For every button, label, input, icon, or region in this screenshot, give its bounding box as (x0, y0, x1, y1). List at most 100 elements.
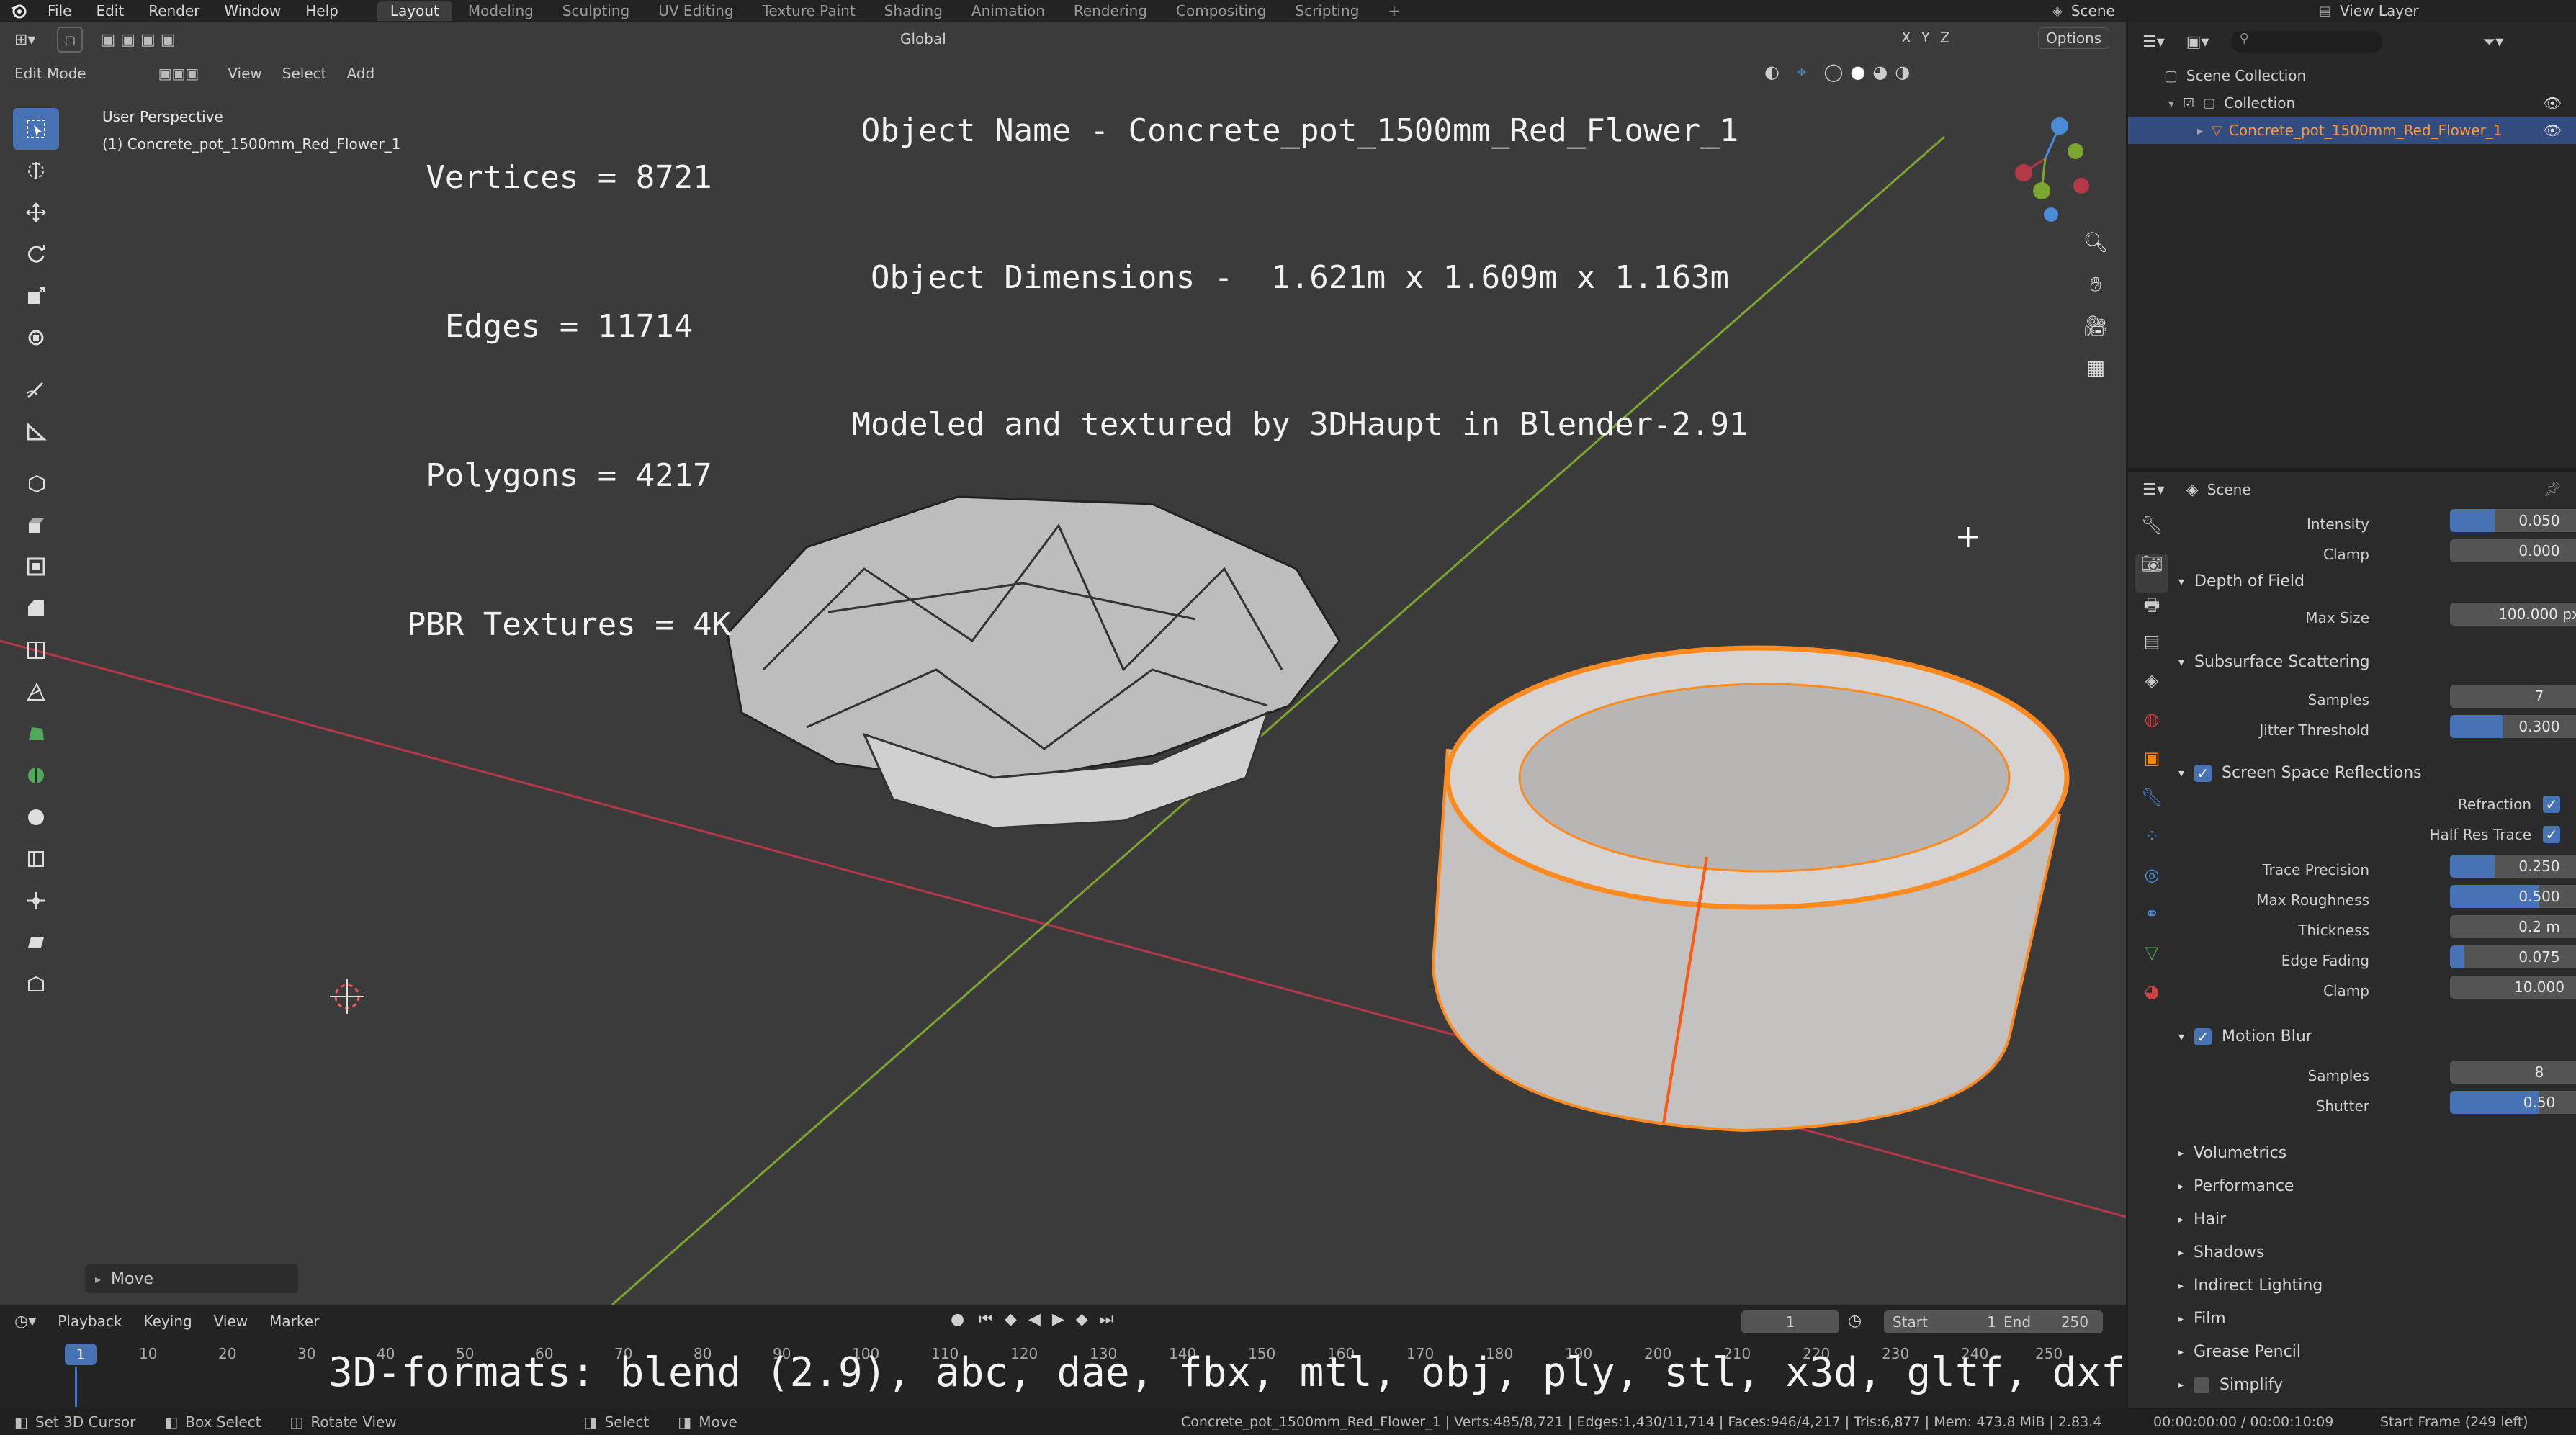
menu-view[interactable]: View (228, 65, 261, 82)
add-cube-tool-icon[interactable] (13, 462, 59, 504)
mirror-y-button[interactable]: Y (1921, 29, 1930, 46)
select-tool-icon[interactable]: ▢ (57, 27, 84, 53)
collection-row[interactable]: ▾ ☑ ▢ Collection 👁︎ (2128, 89, 2576, 117)
shrink-fatten-tool-icon[interactable] (13, 880, 59, 922)
scale-tool-icon[interactable] (13, 275, 59, 317)
constraints-tab-icon[interactable]: ⚭ (2135, 904, 2168, 943)
smooth-tool-icon[interactable] (13, 796, 59, 838)
trace-precision-field[interactable]: 0.250 (2450, 855, 2576, 878)
material-shading-icon[interactable]: ◕ (1872, 62, 1888, 82)
object-row[interactable]: ▸ ▽ Concrete_pot_1500mm_Red_Flower_1 👁︎ (2128, 117, 2576, 144)
mirror-x-button[interactable]: X (1901, 29, 1911, 46)
rendered-shading-icon[interactable]: ◑ (1895, 62, 1910, 82)
indirect-lighting-section-header[interactable]: ▸ Indirect Lighting (2178, 1277, 2323, 1295)
dof-section-header[interactable]: ▾ Depth of Field (2178, 572, 2305, 590)
simplify-checkbox[interactable] (2194, 1377, 2210, 1393)
loop-cut-tool-icon[interactable] (13, 629, 59, 671)
rip-tool-icon[interactable] (13, 963, 59, 1005)
blender-logo-icon[interactable] (10, 0, 32, 22)
jump-end-icon[interactable]: ⏭ (1100, 1310, 1114, 1328)
knife-tool-icon[interactable] (13, 671, 59, 713)
material-tab-icon[interactable]: ◕ (2135, 981, 2168, 1020)
edge-slide-tool-icon[interactable] (13, 838, 59, 880)
record-icon[interactable]: ● (951, 1310, 964, 1328)
navigation-gizmo[interactable] (2002, 108, 2103, 223)
half-res-checkbox[interactable]: ✓ (2543, 826, 2560, 843)
max-size-field[interactable]: 100.000 px (2450, 603, 2576, 626)
expand-arrow-icon[interactable]: ▾ (2168, 96, 2174, 110)
camera-view-icon[interactable]: 🎥︎ (2075, 314, 2116, 356)
particles-tab-icon[interactable]: ⁘ (2135, 826, 2168, 865)
extrude-tool-icon[interactable] (13, 504, 59, 546)
tab-texture-paint[interactable]: Texture Paint (750, 1, 869, 21)
selection-mode-icons[interactable]: ▣ ▣ ▣ ▣ (100, 31, 175, 49)
sss-samples-field[interactable]: 7 (2450, 685, 2576, 708)
tool-tab-icon[interactable]: 🔧︎ (2135, 515, 2168, 554)
playhead-frame[interactable]: 1 (65, 1344, 97, 1365)
outliner-editor-icon[interactable]: ☰▾ (2142, 33, 2165, 51)
clock-icon[interactable]: ◷ (1848, 1312, 1862, 1330)
scene-tab-icon[interactable]: ◈ (2135, 670, 2168, 709)
play-reverse-icon[interactable]: ◀ (1028, 1310, 1041, 1328)
3d-viewport[interactable]: ⊞▾ ▢ ▣ ▣ ▣ ▣ Global X Y Z Options Edit M… (0, 22, 2126, 1305)
move-tool-icon[interactable] (13, 192, 59, 233)
menu-edit[interactable]: Edit (96, 2, 124, 19)
pan-hand-icon[interactable]: ✋︎ (2075, 272, 2116, 314)
hair-section-header[interactable]: ▸ Hair (2178, 1210, 2226, 1228)
menu-add[interactable]: Add (346, 65, 374, 82)
modifier-tab-icon[interactable]: 🔧︎ (2135, 787, 2168, 826)
poly-build-tool-icon[interactable] (13, 713, 59, 755)
menu-help[interactable]: Help (305, 2, 338, 19)
visibility-eye-icon[interactable]: 👁︎ (2544, 94, 2562, 112)
next-keyframe-icon[interactable]: ◆ (1076, 1310, 1088, 1328)
editor-mode-dropdown[interactable]: Edit Mode (14, 65, 86, 82)
ssr-checkbox[interactable]: ✓ (2194, 764, 2212, 782)
rotate-tool-icon[interactable] (13, 233, 59, 275)
menu-view[interactable]: View (214, 1313, 248, 1330)
mb-samples-field[interactable]: 8 (2450, 1061, 2576, 1084)
mesh-select-mode-icons[interactable]: ▣▣▣ (158, 65, 199, 82)
end-frame-field[interactable]: End 250 (1995, 1310, 2103, 1333)
measure-tool-icon[interactable] (13, 410, 59, 452)
jitter-field[interactable]: 0.300 (2450, 715, 2576, 738)
jump-start-icon[interactable]: ⏮ (979, 1310, 993, 1328)
data-tab-icon[interactable]: ▽ (2135, 943, 2168, 981)
scene-collection-row[interactable]: ▢ Scene Collection (2128, 62, 2576, 89)
performance-section-header[interactable]: ▸ Performance (2178, 1177, 2294, 1195)
select-box-tool-icon[interactable] (13, 108, 59, 150)
play-icon[interactable]: ▶ (1052, 1310, 1064, 1328)
tab-uv-editing[interactable]: UV Editing (645, 1, 746, 21)
start-frame-field[interactable]: Start 1 (1884, 1310, 2011, 1333)
expand-arrow-icon[interactable]: ▸ (2197, 124, 2203, 138)
prev-keyframe-icon[interactable]: ◆ (1005, 1310, 1017, 1328)
add-workspace-icon[interactable]: + (1375, 1, 1413, 21)
visibility-eye-icon[interactable]: 👁︎ (2544, 122, 2562, 139)
last-operator-panel[interactable]: ▸ Move (85, 1264, 298, 1293)
volumetrics-section-header[interactable]: ▸ Volumetrics (2178, 1144, 2286, 1162)
timeline-editor-icon[interactable]: ◷▾ (14, 1313, 36, 1331)
motion-blur-section-header[interactable]: ▾ ✓ Motion Blur (2178, 1027, 2312, 1045)
display-mode-icon[interactable]: ▣▾ (2186, 33, 2209, 51)
menu-file[interactable]: File (48, 2, 71, 19)
simplify-section-header[interactable]: ▸ Simplify (2178, 1376, 2283, 1394)
menu-window[interactable]: Window (224, 2, 281, 19)
annotate-tool-icon[interactable] (13, 369, 59, 410)
tab-rendering[interactable]: Rendering (1061, 1, 1160, 21)
solid-shading-icon[interactable]: ● (1850, 62, 1865, 82)
view-layer-selector[interactable]: ▤ View Layer (2319, 0, 2419, 22)
cursor-tool-icon[interactable] (13, 150, 59, 192)
current-frame-field[interactable]: 1 (1741, 1310, 1839, 1333)
ssr-clamp-field[interactable]: 10.000 (2450, 976, 2576, 999)
outliner-search-input[interactable]: ⚲ (2230, 31, 2382, 53)
inset-tool-icon[interactable] (13, 546, 59, 588)
thickness-field[interactable]: 0.2 m (2450, 915, 2576, 938)
sss-section-header[interactable]: ▾ Subsurface Scattering (2178, 653, 2370, 671)
tab-modeling[interactable]: Modeling (455, 1, 547, 21)
wireframe-shading-icon[interactable]: ◯ (1823, 62, 1843, 82)
ortho-grid-icon[interactable]: ▦ (2075, 356, 2116, 397)
pin-icon[interactable]: 📌︎ (2544, 480, 2562, 498)
shear-tool-icon[interactable] (13, 922, 59, 963)
render-tab-icon[interactable]: 📷︎ (2135, 554, 2168, 593)
options-dropdown[interactable]: Options (2038, 27, 2110, 49)
view-layer-tab-icon[interactable]: ▤ (2135, 631, 2168, 670)
